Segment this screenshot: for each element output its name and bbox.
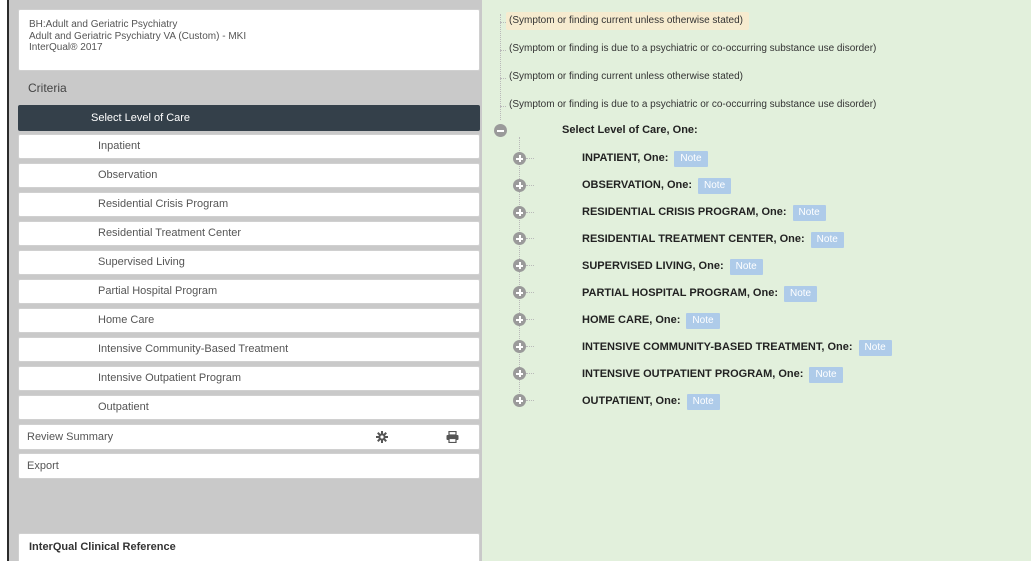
node-name: RESIDENTIAL TREATMENT CENTER [582, 233, 774, 245]
note-button[interactable]: Note [686, 313, 720, 329]
tree-connector [526, 373, 534, 374]
note-button[interactable]: Note [809, 367, 843, 383]
condition-note: (Symptom or finding current unless other… [506, 12, 749, 30]
node-suffix: , One: [649, 314, 681, 326]
criteria-sidebar: BH:Adult and Geriatric Psychiatry Adult … [7, 0, 482, 561]
node-suffix: , One: [660, 179, 693, 191]
plus-circle-icon[interactable] [513, 313, 526, 326]
level-item-intensive-outpatient[interactable]: Intensive Outpatient Program [18, 366, 480, 391]
node-suffix: , One: [637, 152, 669, 164]
node-suffix: , One: [692, 260, 724, 272]
note-button[interactable]: Note [729, 259, 763, 275]
node-name: OUTPATIENT [582, 395, 650, 407]
level-item-intensive-community[interactable]: Intensive Community-Based Treatment [18, 337, 480, 362]
guideline-version: InterQual® 2017 [29, 42, 103, 53]
plus-circle-icon[interactable] [513, 286, 526, 299]
tree-connector [526, 265, 534, 266]
level-item-supervised-living[interactable]: Supervised Living [18, 250, 480, 275]
node-suffix: , One: [649, 395, 681, 407]
guideline-product: BH:Adult and Geriatric Psychiatry [29, 19, 178, 30]
node-name: RESIDENTIAL CRISIS PROGRAM [582, 206, 756, 218]
gear-icon[interactable] [376, 431, 388, 443]
tree-node-observation: OBSERVATION, One: Note [582, 177, 732, 194]
level-item-residential-treatment[interactable]: Residential Treatment Center [18, 221, 480, 246]
tree-root-label: Select Level of Care, One: [562, 124, 698, 136]
plus-circle-icon[interactable] [513, 206, 526, 219]
note-button[interactable]: Note [792, 205, 826, 221]
tree-node-inpatient: INPATIENT, One: Note [582, 150, 708, 167]
tree-node-partial-hospital: PARTIAL HOSPITAL PROGRAM, One: Note [582, 285, 818, 302]
node-name: PARTIAL HOSPITAL PROGRAM [582, 287, 747, 299]
tree-node-intensive-community: INTENSIVE COMMUNITY-BASED TREATMENT, One… [582, 339, 892, 356]
criteria-tree-panel: (Symptom or finding current unless other… [482, 0, 1031, 561]
tree-connector [526, 212, 534, 213]
note-button[interactable]: Note [698, 178, 732, 194]
node-name: INTENSIVE OUTPATIENT PROGRAM [582, 368, 773, 380]
plus-circle-icon[interactable] [513, 340, 526, 353]
plus-circle-icon[interactable] [513, 259, 526, 272]
note-button[interactable]: Note [674, 151, 708, 167]
tree-node-supervised-living: SUPERVISED LIVING, One: Note [582, 258, 763, 275]
tree-node-home-care: HOME CARE, One: Note [582, 312, 720, 329]
node-suffix: , One: [755, 206, 787, 218]
plus-circle-icon[interactable] [513, 232, 526, 245]
level-item-inpatient[interactable]: Inpatient [18, 134, 480, 159]
level-item-residential-crisis[interactable]: Residential Crisis Program [18, 192, 480, 217]
condition-note: (Symptom or finding is due to a psychiat… [509, 99, 877, 110]
condition-note: (Symptom or finding current unless other… [509, 71, 743, 82]
plus-circle-icon[interactable] [513, 179, 526, 192]
tree-connector [500, 14, 501, 120]
condition-note: (Symptom or finding is due to a psychiat… [509, 43, 877, 54]
note-button[interactable]: Note [783, 286, 818, 302]
level-item-outpatient[interactable]: Outpatient [18, 395, 480, 420]
tree-node-residential-treatment: RESIDENTIAL TREATMENT CENTER, One: Note [582, 231, 844, 248]
node-suffix: , One: [773, 233, 805, 245]
node-name: INTENSIVE COMMUNITY-BASED TREATMENT [582, 341, 822, 353]
level-item-partial-hospital[interactable]: Partial Hospital Program [18, 279, 480, 304]
tree-connector [526, 400, 534, 401]
clinical-reference-link[interactable]: InterQual Clinical Reference [18, 533, 480, 561]
node-suffix: , One: [772, 368, 804, 380]
tree-connector [526, 158, 534, 159]
select-level-of-care-item[interactable]: Select Level of Care [18, 105, 480, 131]
plus-circle-icon[interactable] [513, 394, 526, 407]
plus-circle-icon[interactable] [513, 367, 526, 380]
printer-icon[interactable] [446, 431, 459, 443]
note-button[interactable]: Note [686, 394, 720, 410]
guideline-subset: Adult and Geriatric Psychiatry VA (Custo… [29, 30, 247, 42]
node-suffix: , One: [821, 341, 853, 353]
tree-connector [526, 346, 534, 347]
tree-connector [526, 238, 534, 239]
node-name: HOME CARE [582, 314, 650, 326]
node-name: SUPERVISED LIVING [582, 260, 693, 272]
tree-connector [526, 319, 534, 320]
level-item-observation[interactable]: Observation [18, 163, 480, 188]
tree-node-residential-crisis: RESIDENTIAL CRISIS PROGRAM, One: Note [582, 204, 826, 221]
review-summary-label: Review Summary [27, 431, 114, 443]
level-item-home-care[interactable]: Home Care [18, 308, 480, 333]
tree-connector [526, 185, 534, 186]
plus-circle-icon[interactable] [513, 152, 526, 165]
tree-node-outpatient: OUTPATIENT, One: Note [582, 393, 720, 410]
tree-node-intensive-outpatient: INTENSIVE OUTPATIENT PROGRAM, One: Note [582, 366, 843, 383]
minus-circle-icon[interactable] [494, 124, 507, 137]
tree-connector [526, 292, 534, 293]
export-row[interactable]: Export [18, 453, 480, 479]
criteria-heading: Criteria [28, 81, 67, 95]
node-name: INPATIENT [582, 152, 638, 164]
node-suffix: , One: [746, 287, 778, 299]
note-button[interactable]: Note [810, 232, 844, 248]
node-name: OBSERVATION [582, 179, 661, 191]
review-summary-row[interactable]: Review Summary [18, 424, 480, 450]
guideline-header: BH:Adult and Geriatric Psychiatry Adult … [18, 9, 480, 71]
note-button[interactable]: Note [858, 340, 892, 356]
